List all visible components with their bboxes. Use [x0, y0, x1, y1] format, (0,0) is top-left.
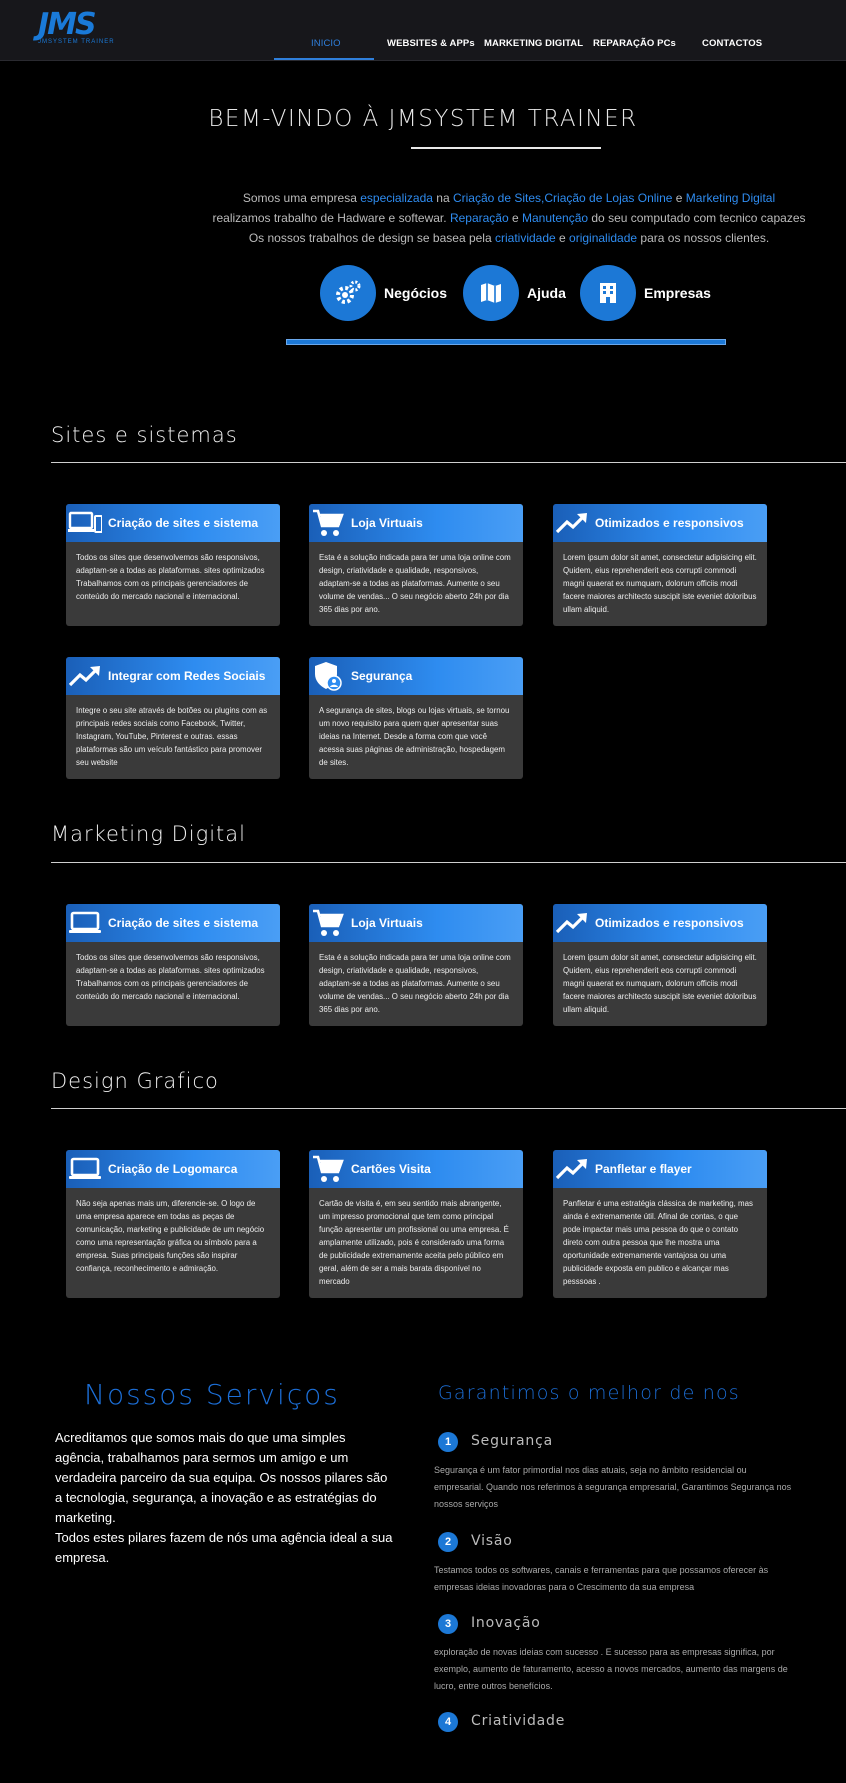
services-text: Acreditamos que somos mais do que uma si…	[55, 1428, 395, 1568]
logo-mark: JMS	[38, 7, 97, 42]
cart-icon	[309, 1150, 347, 1188]
hero-title: BEM-VINDO À JMSYSTEM TRAINER	[208, 106, 638, 132]
card-loja-virtuais[interactable]: Loja Virtuais Esta é a solução indicada …	[309, 904, 523, 1026]
card-criacao-sites[interactable]: Criação de sites e sistema Todos os site…	[66, 504, 280, 626]
guarantee-item-text: Testamos todos os softwares, canais e fe…	[434, 1565, 769, 1592]
nav-reparacao-pcs[interactable]: REPARAÇÃO PCs	[593, 38, 676, 49]
cart-icon	[309, 504, 347, 542]
guarantee-item-text: exploração de novas ideias com sucesso .…	[434, 1647, 788, 1691]
number-badge: 1	[438, 1432, 458, 1452]
trending-up-icon	[66, 657, 104, 695]
map-icon	[463, 265, 519, 321]
card-cartoes-visita[interactable]: Cartões Visita Cartão de visita é, em se…	[309, 1150, 523, 1298]
section-title-marketing: Marketing Digital	[51, 822, 246, 846]
section-divider	[51, 1108, 846, 1109]
section-title-design: Design Grafico	[51, 1069, 219, 1093]
hero-line-3: Os nossos trabalhos de design se basea p…	[248, 231, 770, 245]
shield-user-icon	[309, 657, 347, 695]
nav-contactos[interactable]: CONTACTOS	[702, 38, 762, 49]
card-text: Cartão de visita é, em seu sentido mais …	[319, 1199, 509, 1286]
negocios-label: Negócios	[384, 285, 448, 301]
hero-line-2: realizamos trabalho de Hadware e softewa…	[212, 211, 806, 225]
card-title: Loja Virtuais	[351, 516, 423, 530]
link-manutencao[interactable]: Manutenção	[522, 211, 588, 225]
cart-icon	[309, 904, 347, 942]
gears-icon	[320, 265, 376, 321]
link-originalidade[interactable]: originalidade	[569, 231, 637, 245]
logo-subtitle: JMSYSTEM TRAINER	[38, 39, 115, 45]
guarantee-item-title: Visão	[471, 1533, 513, 1549]
laptop-icon	[66, 904, 104, 942]
services-paragraph: Acreditamos que somos mais do que uma si…	[55, 1430, 388, 1525]
negocios-button[interactable]: Negócios	[320, 264, 447, 322]
section-title-sites: Sites e sistemas	[51, 423, 238, 447]
logo[interactable]: JMS JMSYSTEM TRAINER	[38, 8, 118, 50]
guarantee-item-text: Segurança é um fator primordial nos dias…	[434, 1465, 792, 1509]
link-criatividade[interactable]: criatividade	[495, 231, 556, 245]
card-loja-virtuais[interactable]: Loja Virtuais Esta é a solução indicada …	[309, 504, 523, 626]
card-text: Panfletar é uma estratégia clássica de m…	[563, 1199, 753, 1286]
section-divider	[51, 862, 846, 863]
card-title: Criação de Logomarca	[108, 1162, 238, 1176]
trending-up-icon	[553, 504, 591, 542]
services-title: Nossos Serviços	[84, 1378, 340, 1411]
number-badge: 4	[438, 1712, 458, 1732]
hero-divider-bar	[286, 339, 726, 345]
nav-marketing-digital[interactable]: MARKETING DIGITAL	[484, 38, 583, 49]
nav-inicio[interactable]: INICIO	[311, 38, 341, 49]
hero-title-divider	[411, 147, 601, 149]
devices-icon	[66, 504, 104, 542]
card-title: Criação de sites e sistema	[108, 916, 259, 930]
card-panfletar[interactable]: Panfletar e flayer Panfletar é uma estra…	[553, 1150, 767, 1298]
section-divider	[51, 462, 846, 463]
card-otimizados[interactable]: Otimizados e responsivos Lorem ipsum dol…	[553, 504, 767, 626]
card-text: Esta é a solução indicada para ter uma l…	[319, 553, 511, 614]
link-marketing-digital[interactable]: Marketing Digital	[686, 191, 775, 205]
card-title: Criação de sites e sistema	[108, 516, 259, 530]
card-text: Esta é a solução indicada para ter uma l…	[319, 953, 511, 1014]
hero-line-1: Somos uma empresa especializada na Criaç…	[242, 191, 776, 205]
card-title: Panfletar e flayer	[595, 1162, 692, 1176]
ajuda-label: Ajuda	[527, 285, 566, 301]
card-seguranca[interactable]: Segurança A segurança de sites, blogs ou…	[309, 657, 523, 779]
building-icon	[580, 265, 636, 321]
card-criacao-sites[interactable]: Criação de sites e sistema Todos os site…	[66, 904, 280, 1026]
card-title: Cartões Visita	[351, 1162, 431, 1176]
link-especializada[interactable]: especializada	[360, 191, 433, 205]
card-text: Todos os sites que desenvolvemos são res…	[76, 553, 265, 601]
card-title: Otimizados e responsivos	[595, 916, 744, 930]
guarantee-item-title: Criatividade	[471, 1713, 566, 1729]
services-paragraph: Todos estes pilares fazem de nós uma agê…	[55, 1530, 393, 1565]
nav-websites-apps[interactable]: WEBSITES & APPs	[387, 38, 475, 49]
trending-up-icon	[553, 1150, 591, 1188]
trending-up-icon	[553, 904, 591, 942]
number-badge: 3	[438, 1614, 458, 1634]
link-criacao-sites[interactable]: Criação de Sites	[453, 191, 541, 205]
card-text: Não seja apenas mais um, diferencie-se. …	[76, 1199, 265, 1273]
card-title: Segurança	[351, 669, 413, 683]
card-title: Loja Virtuais	[351, 916, 423, 930]
link-criacao-lojas[interactable]: Criação de Lojas Online	[544, 191, 672, 205]
card-otimizados[interactable]: Otimizados e responsivos Lorem ipsum dol…	[553, 904, 767, 1026]
link-reparacao[interactable]: Reparação	[450, 211, 509, 225]
guarantee-item-title: Inovação	[471, 1615, 541, 1631]
card-redes-sociais[interactable]: Integrar com Redes Sociais Integre o seu…	[66, 657, 280, 779]
empresas-button[interactable]: Empresas	[580, 264, 711, 322]
card-title: Otimizados e responsivos	[595, 516, 744, 530]
card-text: Lorem ipsum dolor sit amet, consectetur …	[563, 553, 757, 614]
card-text: A segurança de sites, blogs ou lojas vir…	[319, 706, 510, 767]
guarantee-title: Garantimos o melhor de nos	[438, 1382, 740, 1404]
guarantee-item-title: Segurança	[471, 1433, 553, 1449]
ajuda-button[interactable]: Ajuda	[463, 264, 566, 322]
site-header: JMS JMSYSTEM TRAINER INICIO WEBSITES & A…	[0, 0, 846, 61]
empresas-label: Empresas	[644, 285, 711, 301]
nav-active-indicator	[274, 58, 374, 60]
card-text: Integre o seu site através de botões ou …	[76, 706, 268, 767]
card-text: Todos os sites que desenvolvemos são res…	[76, 953, 265, 1001]
card-text: Lorem ipsum dolor sit amet, consectetur …	[563, 953, 757, 1014]
number-badge: 2	[438, 1532, 458, 1552]
card-title: Integrar com Redes Sociais	[108, 669, 266, 683]
card-logomarca[interactable]: Criação de Logomarca Não seja apenas mai…	[66, 1150, 280, 1298]
laptop-icon	[66, 1150, 104, 1188]
